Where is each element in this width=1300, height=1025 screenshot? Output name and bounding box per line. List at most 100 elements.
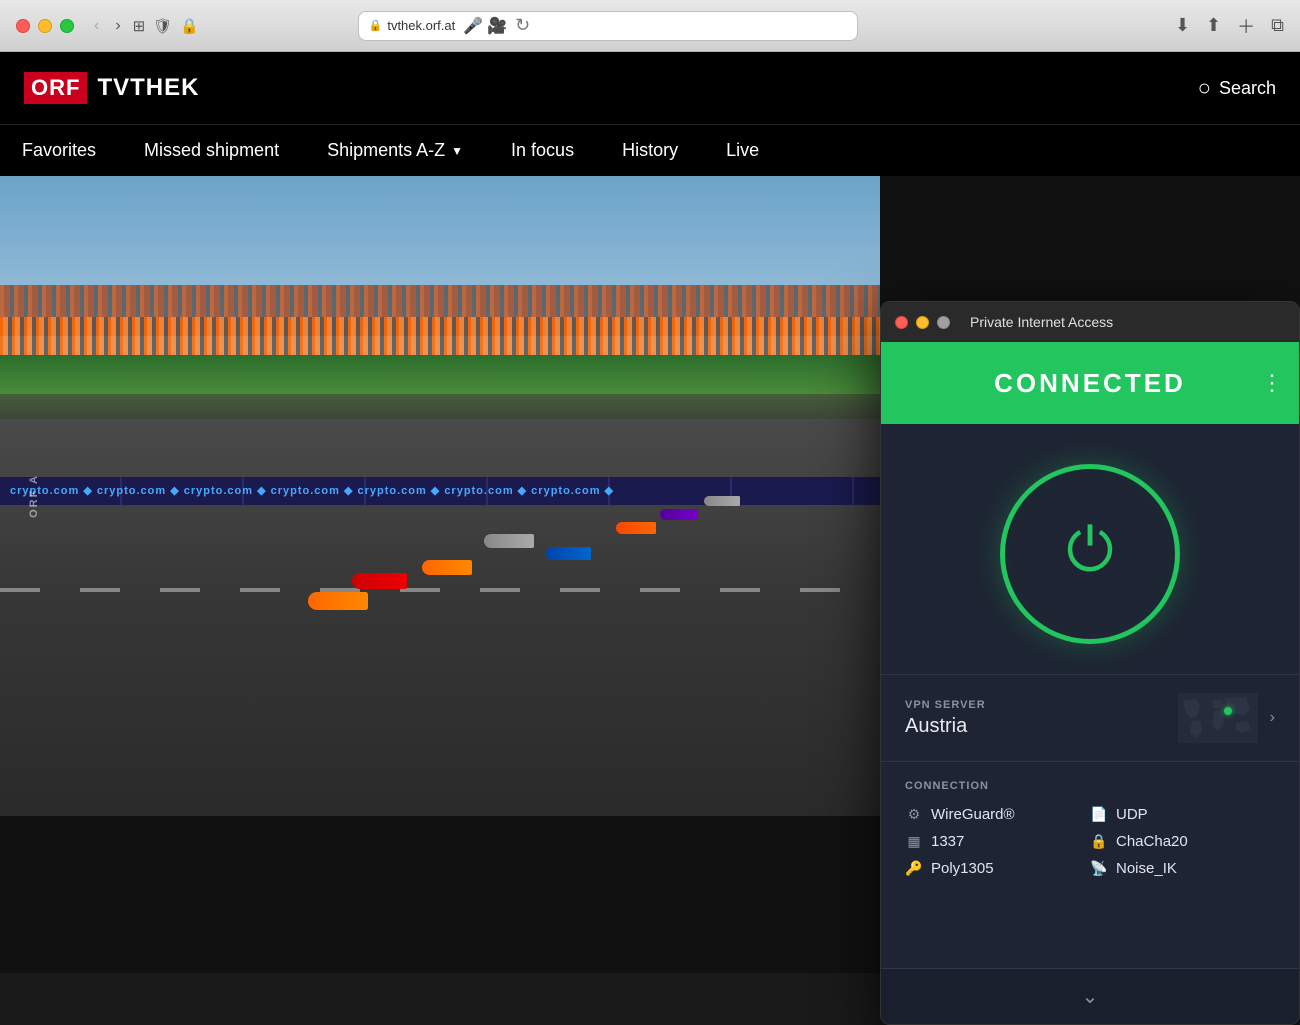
nav-label-favorites: Favorites: [22, 140, 96, 161]
orf-logo[interactable]: ORF TVTHEK: [24, 72, 199, 104]
pia-footer[interactable]: ⌄: [881, 968, 1299, 1024]
pia-noise-item: 📡 Noise_IK: [1090, 860, 1275, 877]
pia-server-label: VPN SERVER: [905, 699, 1178, 711]
nav-label-in-focus: In focus: [511, 140, 574, 161]
close-button[interactable]: [16, 19, 30, 33]
pia-poly-icon: 🔑: [905, 860, 923, 877]
browser-titlebar: ‹ › ⊞ 🛡 🔒 🔒 tvthek.orf.at 🎤 🎥 ↻ ⬇ ⬆ ＋ ⧉: [0, 0, 1300, 52]
pia-udp-item: 📄 UDP: [1090, 806, 1275, 823]
pia-server-section[interactable]: VPN SERVER Austria: [881, 675, 1299, 762]
nav-item-in-focus[interactable]: In focus: [487, 125, 598, 176]
search-button[interactable]: ○ Search: [1198, 75, 1276, 101]
camera-icon: 🎥: [487, 16, 507, 36]
f1-car-1: [308, 592, 368, 610]
pia-connection-label: CONNECTION: [905, 780, 1275, 792]
pia-wireguard-item: ⚙ WireGuard®: [905, 806, 1090, 823]
shield-icon: 🛡: [153, 17, 172, 35]
orf-tvthek-text: TVTHEK: [97, 74, 199, 102]
reader-icon: ⊞: [133, 17, 146, 35]
f1-car-7: [660, 509, 698, 520]
pia-connection-grid: ⚙ WireGuard® 📄 UDP ▦ 1337 🔒 ChaCha20 🔑: [905, 806, 1275, 877]
pia-chacha-icon: 🔒: [1090, 833, 1108, 850]
f1-car-2: [422, 560, 472, 575]
download-icon[interactable]: ⬇: [1175, 15, 1190, 36]
nav-item-shipments-az[interactable]: Shipments A-Z ▼: [303, 125, 487, 176]
reload-icon[interactable]: ↻: [515, 15, 530, 36]
maximize-button[interactable]: [60, 19, 74, 33]
traffic-lights: [16, 19, 74, 33]
world-map-svg: [1178, 693, 1258, 743]
back-button[interactable]: ‹: [90, 15, 103, 37]
forward-button[interactable]: ›: [111, 15, 124, 37]
search-label: Search: [1219, 78, 1276, 99]
new-tab-icon[interactable]: ＋: [1237, 13, 1255, 39]
tab-overview-icon[interactable]: ⧉: [1271, 15, 1284, 36]
track-greenery: [0, 355, 880, 393]
pia-power-icon: ⏻: [1066, 520, 1113, 580]
pia-menu-button[interactable]: ⋮: [1261, 370, 1283, 396]
orf-watermark: ORF A: [28, 474, 40, 518]
pia-chacha-value: ChaCha20: [1116, 833, 1188, 850]
f1-car-5: [546, 547, 591, 560]
pia-port-value: 1337: [931, 833, 964, 850]
pia-noise-icon: 📡: [1090, 860, 1108, 877]
pia-zoom-button[interactable]: [937, 316, 950, 329]
nav-label-live: Live: [726, 140, 759, 161]
pia-wireguard-value: WireGuard®: [931, 806, 1015, 823]
pia-minimize-button[interactable]: [916, 316, 929, 329]
nav-label-missed-shipment: Missed shipment: [144, 140, 279, 161]
navigation-controls: ‹ › ⊞ 🛡 🔒: [90, 15, 199, 37]
pia-status-text: CONNECTED: [994, 368, 1186, 399]
pia-chacha-item: 🔒 ChaCha20: [1090, 833, 1275, 850]
main-video-area[interactable]: crypto.com ◆ crypto.com ◆ crypto.com ◆ c…: [0, 176, 880, 816]
share-icon[interactable]: ⬆: [1206, 15, 1221, 36]
pia-expand-icon: ⌄: [1082, 984, 1099, 1009]
orf-red-logo: ORF: [24, 72, 87, 104]
pia-titlebar: Private Internet Access: [881, 302, 1299, 342]
pia-noise-value: Noise_IK: [1116, 860, 1177, 877]
pia-server-chevron-icon: ›: [1270, 709, 1275, 727]
url-text: tvthek.orf.at: [387, 18, 455, 33]
mic-icon: 🎤: [463, 16, 483, 36]
crypto-text: crypto.com ◆ crypto.com ◆ crypto.com ◆ c…: [10, 484, 614, 497]
orf-navigation: Favorites Missed shipment Shipments A-Z …: [0, 124, 1300, 176]
orf-header: ORF TVTHEK ○ Search: [0, 52, 1300, 124]
search-icon: ○: [1198, 75, 1211, 101]
nav-item-missed-shipment[interactable]: Missed shipment: [120, 125, 303, 176]
pia-power-ring[interactable]: ⏻: [1000, 464, 1180, 644]
url-bar[interactable]: 🔒 tvthek.orf.at 🎤 🎥 ↻: [358, 11, 858, 41]
pia-power-area: ⏻: [881, 424, 1299, 674]
race-background: crypto.com ◆ crypto.com ◆ crypto.com ◆ c…: [0, 176, 880, 816]
pia-connection-section: CONNECTION ⚙ WireGuard® 📄 UDP ▦ 1337 🔒 C…: [881, 762, 1299, 895]
nav-label-shipments-az: Shipments A-Z: [327, 140, 445, 161]
nav-item-favorites[interactable]: Favorites: [18, 125, 120, 176]
track-marking: [0, 588, 880, 592]
pia-server-info: VPN SERVER Austria: [905, 699, 1178, 738]
pia-port-icon: ▦: [905, 833, 923, 850]
nav-item-history[interactable]: History: [598, 125, 702, 176]
crypto-banners: crypto.com ◆ crypto.com ◆ crypto.com ◆ c…: [0, 477, 880, 505]
pia-connected-bar: CONNECTED ⋮: [881, 342, 1299, 424]
orf-website: ORF TVTHEK ○ Search Favorites Missed shi…: [0, 52, 1300, 973]
pia-poly-item: 🔑 Poly1305: [905, 860, 1090, 877]
nav-item-live[interactable]: Live: [702, 125, 783, 176]
pia-map-area: [1178, 693, 1258, 743]
minimize-button[interactable]: [38, 19, 52, 33]
pia-udp-icon: 📄: [1090, 806, 1108, 823]
lock-icon: 🔒: [180, 17, 199, 35]
f1-car-8: [704, 496, 740, 506]
titlebar-right-controls: ⬇ ⬆ ＋ ⧉: [1175, 13, 1284, 39]
pia-udp-value: UDP: [1116, 806, 1148, 823]
pia-wireguard-icon: ⚙: [905, 806, 923, 823]
pia-port-item: ▦ 1337: [905, 833, 1090, 850]
pia-window-title: Private Internet Access: [970, 314, 1113, 330]
f1-car-6: [616, 522, 656, 534]
f1-car-4: [484, 534, 534, 548]
dropdown-arrow-icon: ▼: [451, 144, 463, 158]
pia-server-name: Austria: [905, 715, 1178, 738]
pia-close-button[interactable]: [895, 316, 908, 329]
pia-server-location-dot: [1224, 707, 1232, 715]
url-lock-icon: 🔒: [369, 19, 383, 32]
pia-vpn-window: Private Internet Access CONNECTED ⋮ ⏻ VP…: [880, 301, 1300, 1025]
nav-label-history: History: [622, 140, 678, 161]
